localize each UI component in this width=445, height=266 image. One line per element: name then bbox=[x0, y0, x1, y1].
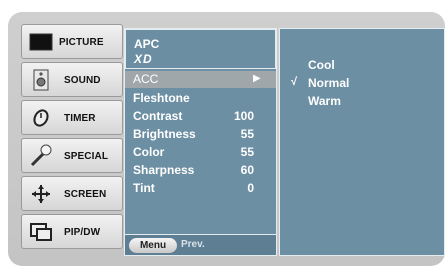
item-value: 60 bbox=[240, 163, 254, 177]
prev-label: Prev. bbox=[181, 239, 205, 250]
apc-item[interactable]: APC XD bbox=[125, 29, 276, 69]
clock-icon bbox=[28, 106, 54, 130]
tab-timer[interactable]: TIMER bbox=[21, 100, 123, 135]
option-cool[interactable]: Cool bbox=[308, 58, 335, 72]
acc-submenu-panel: Cool √ Normal Warm bbox=[279, 28, 445, 256]
item-label: Color bbox=[133, 145, 165, 159]
menu-item-brightness[interactable]: Brightness 55 bbox=[125, 127, 276, 144]
menu-item-contrast[interactable]: Contrast 100 bbox=[125, 109, 276, 126]
screen-adjust-icon bbox=[28, 182, 54, 206]
tab-label: TIMER bbox=[64, 113, 96, 124]
xd-logo: XD bbox=[134, 52, 153, 66]
tab-label: PIP/DW bbox=[64, 227, 101, 238]
item-label: Contrast bbox=[133, 109, 183, 123]
special-icon bbox=[28, 144, 54, 168]
tab-special[interactable]: SPECIAL bbox=[21, 138, 123, 173]
tab-picture[interactable]: PICTURE bbox=[21, 24, 123, 59]
tab-screen[interactable]: SCREEN bbox=[21, 176, 123, 211]
menu-item-fleshtone[interactable]: Fleshtone bbox=[125, 91, 276, 108]
apc-label: APC bbox=[134, 37, 160, 51]
arrow-right-icon: ▶ bbox=[253, 73, 261, 84]
tab-label: SCREEN bbox=[64, 189, 107, 200]
item-value: 55 bbox=[240, 127, 254, 141]
tab-label: SOUND bbox=[64, 75, 101, 86]
item-value: 0 bbox=[247, 181, 254, 195]
tab-label: PICTURE bbox=[59, 37, 104, 48]
acc-label: ACC bbox=[133, 72, 159, 86]
menu-item-color[interactable]: Color 55 bbox=[125, 145, 276, 162]
option-normal[interactable]: Normal bbox=[308, 76, 349, 90]
item-value: 100 bbox=[233, 109, 254, 123]
pip-icon bbox=[28, 220, 54, 244]
checkmark-icon: √ bbox=[291, 76, 298, 88]
menu-button[interactable]: Menu bbox=[129, 238, 177, 253]
tab-label: SPECIAL bbox=[64, 151, 109, 162]
option-warm[interactable]: Warm bbox=[308, 94, 341, 108]
picture-menu-panel: APC XD ACC ▶ Fleshtone Contrast 100 Brig… bbox=[124, 28, 277, 256]
menu-item-sharpness[interactable]: Sharpness 60 bbox=[125, 163, 276, 180]
tab-sound[interactable]: SOUND bbox=[21, 62, 123, 97]
item-label: Fleshtone bbox=[133, 91, 190, 105]
item-value: 55 bbox=[240, 145, 254, 159]
speaker-icon bbox=[28, 68, 54, 92]
item-label: Brightness bbox=[133, 127, 196, 141]
item-label: Tint bbox=[133, 181, 155, 195]
item-label: Sharpness bbox=[133, 163, 195, 177]
acc-menu-item[interactable]: ACC ▶ bbox=[125, 71, 276, 88]
menu-item-tint[interactable]: Tint 0 bbox=[125, 181, 276, 198]
tab-pip[interactable]: PIP/DW bbox=[21, 214, 123, 249]
menu-footer: Menu Prev. bbox=[125, 234, 276, 255]
picture-icon bbox=[28, 30, 54, 54]
